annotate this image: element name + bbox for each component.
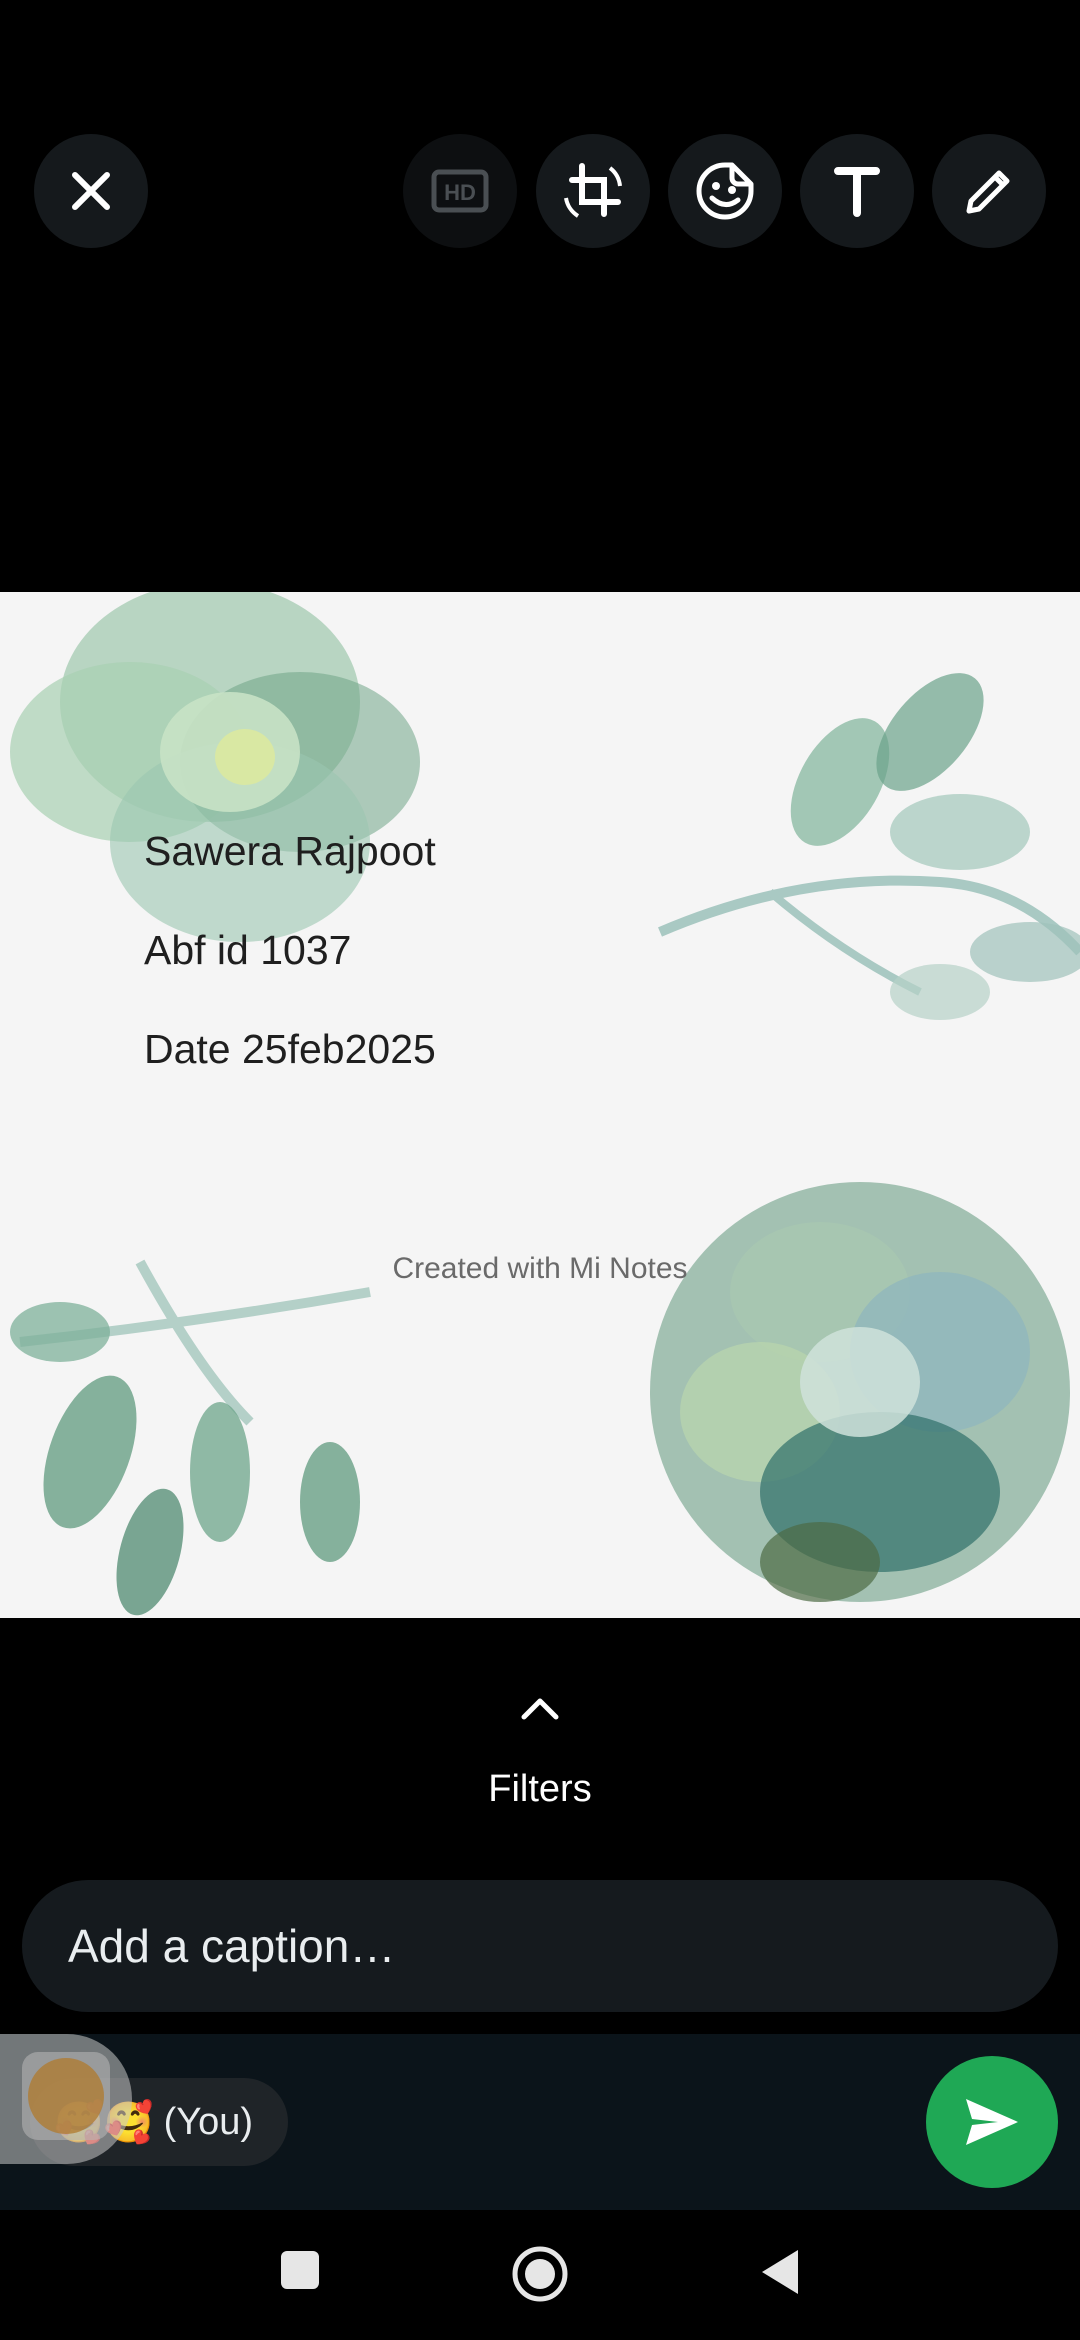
crop-rotate-icon [564, 163, 622, 218]
mi-notes-watermark: Created with Mi Notes [392, 1252, 688, 1285]
leaf-branch-illustration-bottom-left [10, 1259, 371, 1616]
caption-input[interactable] [66, 1918, 970, 1974]
crop-rotate-button[interactable] [536, 134, 650, 248]
image-preview[interactable]: Sawera Rajpoot Abf id 1037 Date 25feb202… [0, 592, 1080, 1618]
hd-quality-button[interactable]: HD [403, 134, 517, 248]
back-icon[interactable] [758, 2246, 802, 2298]
editor-toolbar [0, 0, 1080, 592]
send-button[interactable] [926, 2056, 1058, 2188]
floating-bubble-avatar [28, 2058, 104, 2134]
succulent-illustration-bottom-right [650, 1182, 1070, 1602]
text-icon [834, 167, 880, 217]
hd-icon: HD [431, 169, 489, 213]
draw-button[interactable] [932, 134, 1046, 248]
note-line-date: Date 25feb2025 [144, 1026, 436, 1072]
note-line-id: Abf id 1037 [144, 927, 352, 973]
chevron-up-icon[interactable] [518, 1695, 562, 1723]
home-icon[interactable] [510, 2244, 570, 2304]
recents-icon[interactable] [278, 2248, 322, 2292]
filters-panel [0, 1618, 1080, 1878]
text-button[interactable] [800, 134, 914, 248]
sticker-button[interactable] [668, 134, 782, 248]
note-line-name: Sawera Rajpoot [144, 828, 436, 874]
filters-label[interactable]: Filters [0, 1768, 1080, 1811]
send-icon [966, 2099, 1018, 2145]
caption-field-container[interactable] [22, 1880, 1058, 2012]
svg-text:HD: HD [444, 180, 476, 205]
sticker-icon [696, 162, 754, 220]
close-icon [72, 172, 110, 210]
pencil-icon [966, 170, 1010, 214]
leaf-branch-illustration-right [658, 673, 1080, 1020]
recipient-label: (You) [163, 2100, 254, 2143]
close-button[interactable] [34, 134, 148, 248]
